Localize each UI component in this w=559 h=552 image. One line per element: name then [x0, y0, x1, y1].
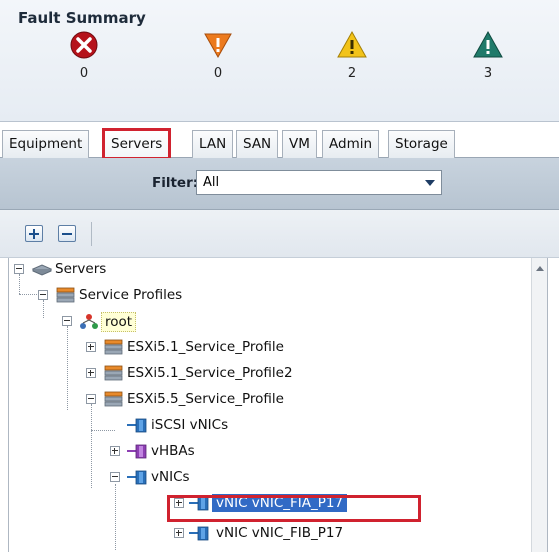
critical-x-icon [70, 31, 98, 59]
collapse-toggle[interactable] [62, 316, 72, 326]
iscsi-vnic-icon [127, 418, 147, 433]
major-faults[interactable]: 0 [178, 30, 258, 81]
tab-lan[interactable]: LAN [192, 130, 234, 158]
vnic-icon [189, 526, 209, 541]
minor-faults[interactable]: 2 [312, 30, 392, 81]
fault-summary-title: Fault Summary [18, 9, 146, 27]
service-profile-icon [104, 339, 123, 355]
tab-vm[interactable]: VM [282, 130, 317, 158]
tree-node-label: vHBAs [151, 443, 195, 459]
tab-equipment[interactable]: Equipment [2, 130, 90, 158]
service-profile-icon [104, 391, 123, 407]
vhba-icon [127, 444, 147, 459]
service-profile-icon [104, 365, 123, 381]
critical-count: 0 [79, 66, 89, 81]
chevron-down-icon[interactable] [425, 180, 435, 186]
navigation-tree: Servers Service Profiles root ESXi5.1_Se… [8, 258, 548, 552]
tree-node-label: Service Profiles [79, 287, 183, 303]
tree-node-label: vNIC vNIC_FIB_P17 [216, 525, 344, 541]
tree-scrollbar[interactable] [531, 258, 547, 552]
warning-count: 3 [483, 66, 493, 81]
tree-node-label: ESXi5.5_Service_Profile [127, 391, 284, 407]
vnic-icon [127, 470, 147, 485]
major-down-triangle-icon [204, 33, 232, 59]
expand-all-button[interactable] [25, 225, 43, 242]
expand-toggle[interactable] [86, 368, 96, 378]
tree-node-label: vNICs [151, 469, 190, 485]
filter-dropdown[interactable]: All [196, 170, 442, 195]
toolbar-divider [91, 222, 92, 246]
filter-value: All [203, 175, 220, 190]
expand-toggle[interactable] [86, 342, 96, 352]
navigation-tabs: Equipment Servers LAN SAN VM Admin Stora… [0, 122, 559, 160]
tab-servers[interactable]: Servers [101, 128, 172, 160]
selection-highlight [167, 495, 421, 522]
tree-node-label: iSCSI vNICs [151, 417, 229, 433]
expand-toggle[interactable] [174, 528, 184, 538]
filter-bar: Filter: All [0, 158, 559, 210]
tab-storage[interactable]: Storage [388, 130, 455, 158]
tree-node-label: Servers [55, 261, 107, 277]
tab-san[interactable]: SAN [236, 130, 279, 158]
fault-summary-panel: Fault Summary 0 0 2 3 [0, 0, 559, 122]
warning-faults[interactable]: 3 [448, 30, 528, 81]
scroll-up-icon[interactable] [536, 266, 544, 271]
minor-count: 2 [347, 66, 357, 81]
critical-faults[interactable]: 0 [44, 30, 124, 81]
tree-node-label: ESXi5.1_Service_Profile [127, 339, 284, 355]
collapse-all-button[interactable] [58, 225, 76, 242]
tree-node-label: ESXi5.1_Service_Profile2 [127, 365, 293, 381]
minor-warning-icon [337, 30, 367, 58]
collapse-toggle[interactable] [110, 472, 120, 482]
collapse-toggle[interactable] [14, 264, 24, 274]
tree-node-label: root [101, 312, 137, 332]
tab-admin[interactable]: Admin [322, 130, 380, 158]
org-root-icon [80, 314, 98, 329]
collapse-toggle[interactable] [86, 394, 96, 404]
tree-toolbar [0, 210, 559, 258]
expand-toggle[interactable] [110, 446, 120, 456]
servers-icon [31, 264, 53, 276]
service-profiles-icon [56, 287, 75, 303]
major-count: 0 [213, 66, 223, 81]
collapse-toggle[interactable] [38, 290, 48, 300]
warning-triangle-icon [473, 30, 503, 58]
filter-label: Filter: [152, 175, 199, 191]
